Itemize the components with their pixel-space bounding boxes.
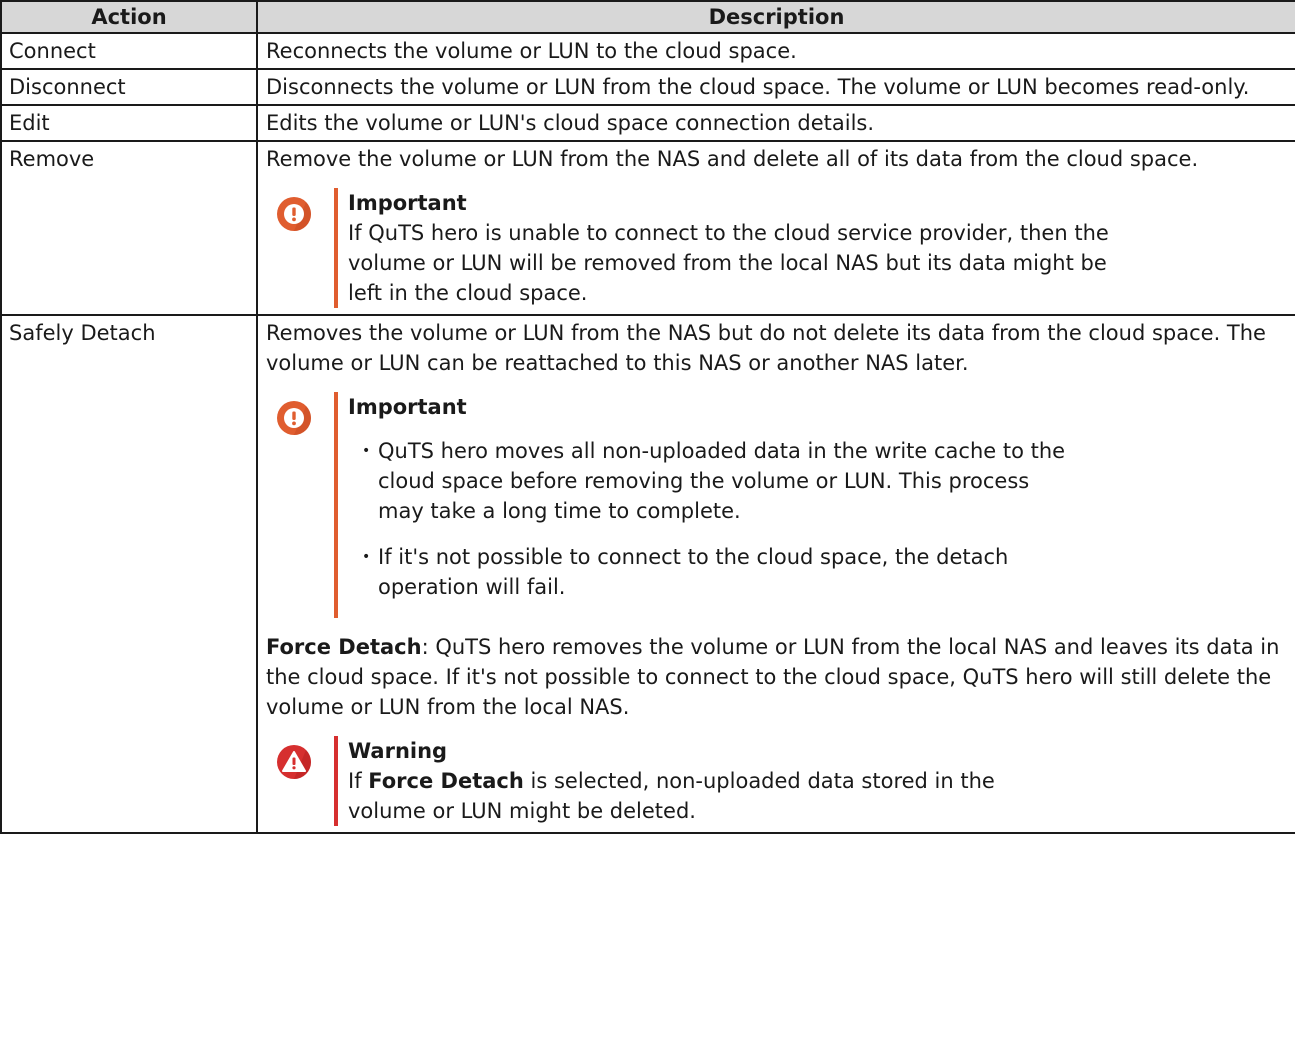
warning-text-before: If [348, 769, 369, 793]
table-row: Remove Remove the volume or LUN from the… [0, 140, 1295, 316]
description-cell: Remove the volume or LUN from the NAS an… [256, 140, 1295, 316]
description-cell: Reconnects the volume or LUN to the clou… [256, 32, 1295, 70]
table-header-row: Action Description [0, 0, 1295, 34]
warning-callout: Warning If Force Detach is selected, non… [266, 736, 1291, 826]
description-cell: Removes the volume or LUN from the NAS b… [256, 314, 1295, 834]
note-bullet-list: QuTS hero moves all non-uploaded data in… [348, 436, 1148, 602]
list-item: QuTS hero moves all non-uploaded data in… [362, 436, 1068, 526]
warning-term: Force Detach [368, 769, 524, 793]
header-description: Description [256, 0, 1295, 34]
table-row: Connect Reconnects the volume or LUN to … [0, 32, 1295, 70]
exclamation-circle-icon [277, 197, 311, 231]
warning-text: If Force Detach is selected, non-uploade… [348, 766, 1068, 826]
important-note: Important If QuTS hero is unable to conn… [334, 188, 1148, 308]
note-title: Important [348, 395, 467, 419]
action-cell: Safely Detach [0, 314, 258, 834]
list-item: If it's not possible to connect to the c… [362, 542, 1068, 602]
description-text: Removes the volume or LUN from the NAS b… [266, 321, 1266, 375]
force-detach-paragraph: Force Detach: QuTS hero removes the volu… [266, 632, 1291, 722]
action-cell: Connect [0, 32, 258, 70]
note-title: Important [348, 191, 467, 215]
table-row: Edit Edits the volume or LUN's cloud spa… [0, 104, 1295, 142]
important-note: Important QuTS hero moves all non-upload… [334, 392, 1148, 618]
important-callout: Important If QuTS hero is unable to conn… [266, 188, 1291, 308]
action-cell: Edit [0, 104, 258, 142]
description-cell: Disconnects the volume or LUN from the c… [256, 68, 1295, 106]
description-text: Remove the volume or LUN from the NAS an… [266, 147, 1199, 171]
action-cell: Remove [0, 140, 258, 316]
warning-triangle-icon [277, 745, 311, 779]
note-text: If QuTS hero is unable to connect to the… [348, 221, 1109, 305]
actions-table: Action Description Connect Reconnects th… [0, 0, 1295, 834]
table-row: Safely Detach Removes the volume or LUN … [0, 314, 1295, 834]
action-cell: Disconnect [0, 68, 258, 106]
force-detach-term: Force Detach [266, 635, 422, 659]
warning-title: Warning [348, 739, 448, 763]
description-cell: Edits the volume or LUN's cloud space co… [256, 104, 1295, 142]
warning-note: Warning If Force Detach is selected, non… [334, 736, 1148, 826]
table-row: Disconnect Disconnects the volume or LUN… [0, 68, 1295, 106]
exclamation-circle-icon [277, 401, 311, 435]
important-callout: Important QuTS hero moves all non-upload… [266, 392, 1291, 618]
header-action: Action [0, 0, 258, 34]
